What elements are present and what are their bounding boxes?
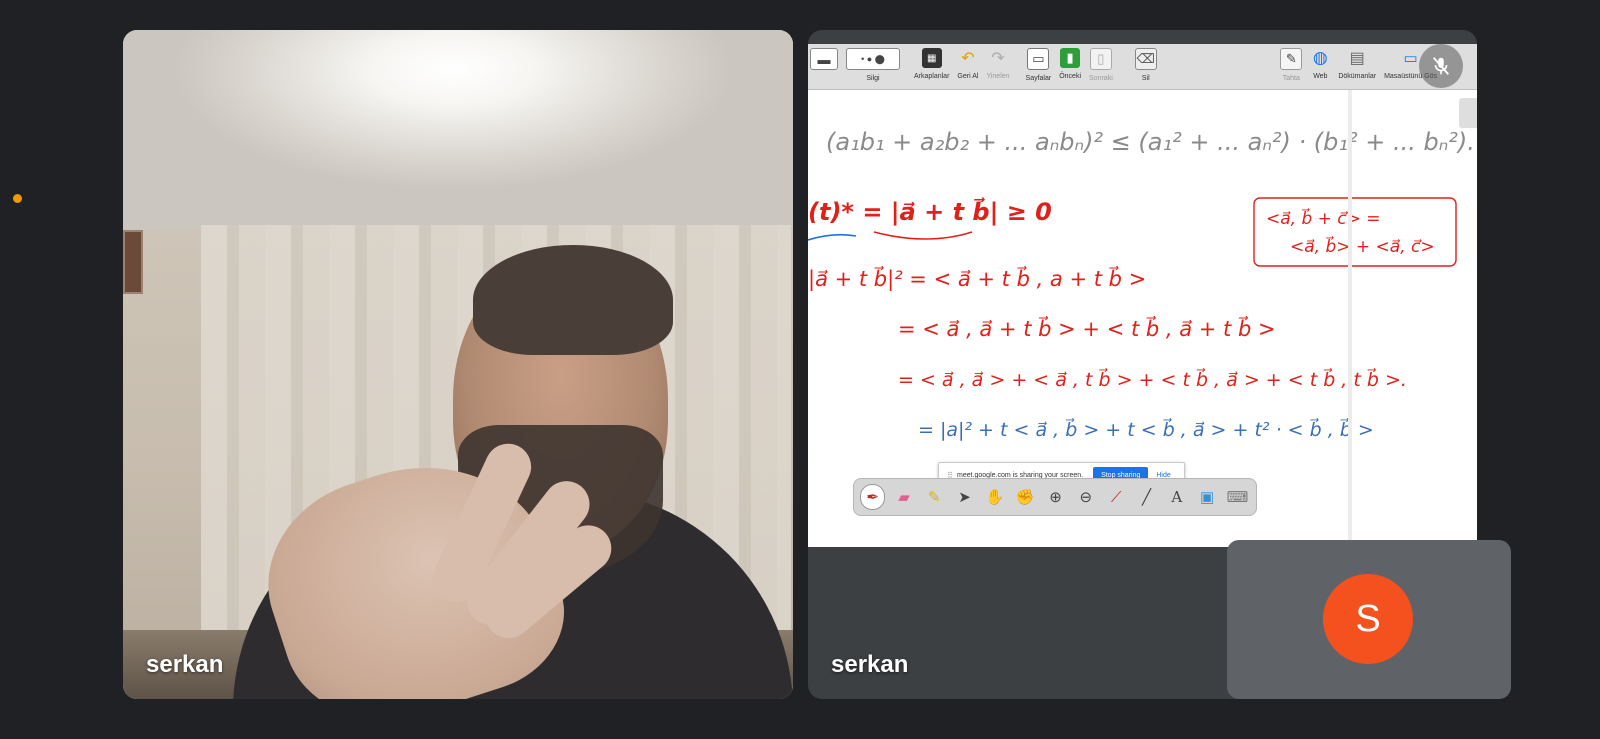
- shared-screen: ▬ • ● ⬤ Silgi ▦ Arkaplanlar ↶ Geri Al ↷ …: [808, 44, 1477, 547]
- zoom-out-icon[interactable]: ⊖: [1074, 485, 1097, 509]
- delete-icon: ⌫: [1134, 48, 1157, 70]
- documents-icon: ▤: [1349, 50, 1365, 67]
- pen-icon[interactable]: ✒: [860, 484, 886, 510]
- board-line-4: = < a⃗ , a⃗ + t b⃗ > + < t b⃗ , a⃗ + t b…: [898, 316, 1276, 341]
- whiteboard-toolbar: ▬ • ● ⬤ Silgi ▦ Arkaplanlar ↶ Geri Al ↷ …: [808, 44, 1477, 90]
- eraser-icon[interactable]: ▰: [892, 485, 915, 509]
- toolbar-board[interactable]: ✎ Tahta: [1280, 44, 1303, 82]
- board-line-2: (t)* = |a⃗ + t b⃗| ≥ 0: [808, 197, 1052, 226]
- participant-name: serkan: [831, 651, 909, 678]
- avatar: S: [1323, 574, 1413, 664]
- screenshot-icon[interactable]: ▣: [1195, 485, 1218, 509]
- pen-toolbar: ✒ ▰ ✎ ➤ ✋ ✊ ⊕ ⊖ ⟋ ╱ A ▣ ⌨: [853, 478, 1257, 516]
- board-icon: ✎: [1280, 48, 1303, 70]
- participant-name: serkan: [146, 651, 224, 678]
- line-icon[interactable]: ╱: [1135, 485, 1158, 509]
- participant-video-tile[interactable]: serkan: [123, 30, 793, 699]
- mic-off-icon: [1419, 44, 1463, 88]
- toolbar-documents[interactable]: ▤ Dökümanlar: [1338, 44, 1376, 80]
- next-icon: ▯: [1089, 48, 1112, 70]
- keyboard-icon[interactable]: ⌨: [1226, 485, 1249, 509]
- underbrace: [873, 231, 973, 240]
- side-panel-handle[interactable]: [1459, 98, 1477, 128]
- highlighter-icon[interactable]: ✎: [923, 485, 946, 509]
- toolbar-pen-size[interactable]: • ● ⬤ Silgi: [846, 44, 900, 82]
- board-line-1: (a₁b₁ + a₂b₂ + ... aₙbₙ)² ≤ (a₁² + ... a…: [826, 128, 1475, 156]
- blue-underline: [808, 233, 857, 241]
- background-icon: ▦: [921, 48, 942, 68]
- toolbar-web[interactable]: ◍ Web: [1310, 44, 1330, 80]
- toolbar-previous[interactable]: ▮ Önceki: [1059, 44, 1081, 80]
- toolbar-pages[interactable]: ▭ Sayfalar: [1026, 44, 1051, 82]
- toolbar-next[interactable]: ▯ Sonraki: [1089, 44, 1113, 82]
- undo-icon: ↶: [961, 50, 975, 67]
- pages-icon: ▭: [1027, 48, 1050, 70]
- box-line-1: <a⃗, b⃗ + c⃗> =: [1266, 207, 1381, 229]
- box-line-2: <a⃗, b⃗> + <a⃗, c⃗>: [1290, 235, 1435, 257]
- toolbar-redo[interactable]: ↷ Yinelen: [986, 44, 1009, 80]
- web-icon: ◍: [1312, 48, 1328, 67]
- text-icon[interactable]: A: [1165, 485, 1188, 509]
- toolbar-line-width[interactable]: ▬: [810, 44, 838, 75]
- toolbar-delete[interactable]: ⌫ Sil: [1134, 44, 1157, 82]
- laser-icon[interactable]: ⟋: [1105, 485, 1128, 509]
- status-dot: [13, 194, 22, 203]
- pointer-icon[interactable]: ➤: [953, 485, 976, 509]
- self-view-tile[interactable]: S: [1227, 540, 1511, 699]
- board-line-3: |a⃗ + t b⃗|² = < a⃗ + t b⃗ , a + t b⃗ >: [808, 266, 1146, 292]
- line-width-icon: ▬: [810, 48, 838, 70]
- redo-icon: ↷: [991, 50, 1005, 67]
- previous-icon: ▮: [1060, 48, 1081, 68]
- desktop-icon: ▭: [1403, 50, 1418, 67]
- board-line-5: = < a⃗ , a⃗ > + < a⃗ , t b⃗ > + < t b⃗ ,…: [898, 368, 1407, 391]
- toolbar-backgrounds[interactable]: ▦ Arkaplanlar: [914, 44, 949, 80]
- hand-icon[interactable]: ✋: [983, 485, 1006, 509]
- board-line-6: = |a|² + t < a⃗ , b⃗ > + t < b⃗ , a⃗ > +…: [918, 418, 1374, 441]
- pan-icon[interactable]: ✊: [1014, 485, 1037, 509]
- person-hair: [473, 245, 673, 355]
- toolbar-undo[interactable]: ↶ Geri Al: [957, 44, 978, 80]
- pen-size-icon: • ● ⬤: [846, 48, 900, 70]
- wall-picture-frame: [123, 230, 143, 294]
- board-divider: [1348, 90, 1352, 547]
- zoom-in-icon[interactable]: ⊕: [1044, 485, 1067, 509]
